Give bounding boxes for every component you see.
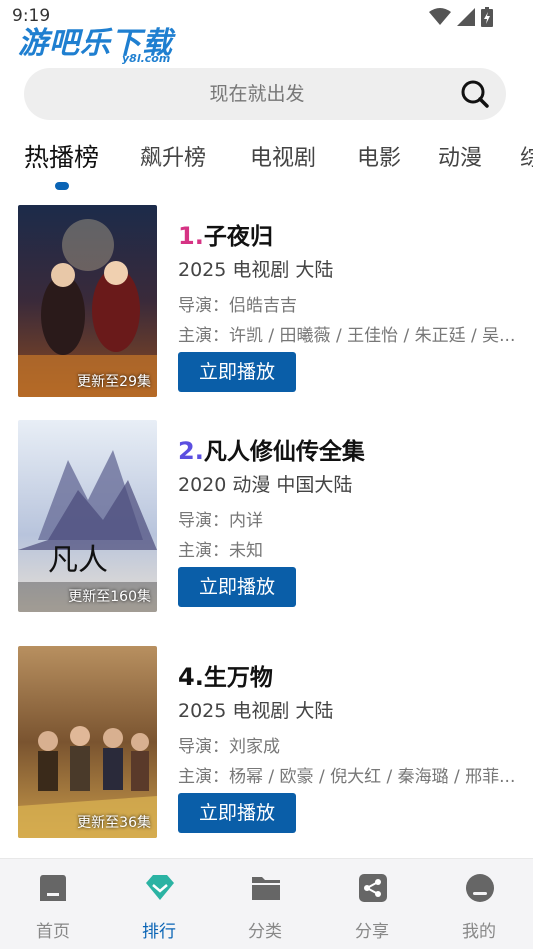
- update-badge: 更新至36集: [77, 815, 151, 831]
- item-meta: 2025 电视剧 大陆: [178, 259, 334, 281]
- tab-hot[interactable]: 热播榜: [24, 138, 99, 174]
- item-title[interactable]: 1.子夜归: [178, 217, 273, 251]
- item-director: 导演：侣皓吉吉: [178, 296, 297, 316]
- list-item[interactable]: 更新至36集 4.生万物 2025 电视剧 大陆 导演：刘家成 主演：杨幂 / …: [0, 646, 533, 840]
- poster-image[interactable]: 更新至29集: [18, 205, 157, 397]
- item-cast: 主演：未知: [178, 541, 263, 561]
- nav-share-label: 分享: [355, 922, 389, 942]
- title-text: 生万物: [203, 665, 273, 691]
- share-icon: [359, 874, 387, 902]
- nav-share[interactable]: 分享: [319, 859, 425, 949]
- list-item[interactable]: 更新至29集 1.子夜归 2025 电视剧 大陆 导演：侣皓吉吉 主演：许凯 /…: [0, 205, 533, 399]
- svg-text:凡人: 凡人: [48, 543, 108, 578]
- profile-icon: [466, 874, 494, 902]
- item-cast: 主演：杨幂 / 欧豪 / 倪大红 / 秦海璐 / 邢菲...: [178, 767, 516, 787]
- tab-movies[interactable]: 电影: [357, 140, 401, 172]
- tab-anime[interactable]: 动漫: [438, 140, 482, 172]
- folder-icon: [252, 877, 280, 900]
- item-cast: 主演：许凯 / 田曦薇 / 王佳怡 / 朱正廷 / 吴...: [178, 326, 516, 346]
- tab-rising[interactable]: 飙升榜: [140, 140, 206, 172]
- signal-icon: [457, 8, 475, 26]
- rank-number: 1.: [178, 222, 204, 250]
- nav-category-label: 分类: [248, 922, 282, 942]
- category-tabs: 热播榜 飙升榜 电视剧 电影 动漫 综: [0, 130, 533, 190]
- item-director: 导演：刘家成: [178, 737, 280, 757]
- nav-profile[interactable]: 我的: [426, 859, 532, 949]
- item-title[interactable]: 4.生万物: [178, 658, 273, 692]
- home-icon: [40, 875, 66, 901]
- play-now-button[interactable]: 立即播放: [178, 567, 296, 607]
- item-title[interactable]: 2.凡人修仙传全集: [178, 432, 365, 466]
- app-logo: 游吧乐下载 y8l.com: [18, 18, 173, 65]
- item-meta: 2020 动漫 中国大陆: [178, 474, 353, 496]
- status-icons: [429, 7, 493, 27]
- tab-variety[interactable]: 综: [520, 140, 533, 172]
- logo-sub-text: y8l.com: [122, 52, 171, 65]
- nav-home-label: 首页: [36, 922, 70, 942]
- update-badge: 更新至29集: [77, 374, 151, 390]
- tab-tv-series[interactable]: 电视剧: [250, 140, 316, 172]
- search-icon[interactable]: [460, 79, 490, 109]
- nav-profile-label: 我的: [462, 922, 496, 942]
- poster-image[interactable]: 凡人 更新至160集: [18, 420, 157, 612]
- title-text: 子夜归: [203, 224, 273, 250]
- nav-home[interactable]: 首页: [0, 859, 106, 949]
- active-tab-indicator: [55, 182, 69, 190]
- item-meta: 2025 电视剧 大陆: [178, 700, 334, 722]
- bottom-nav: 首页 排行 分类 分享 我的: [0, 858, 533, 949]
- ranking-diamond-icon: [146, 875, 174, 900]
- poster-art: [18, 205, 157, 397]
- battery-icon: [481, 7, 493, 27]
- rank-number: 4.: [178, 663, 204, 691]
- poster-art: 凡人: [18, 420, 157, 612]
- update-badge: 更新至160集: [68, 589, 151, 605]
- play-now-button[interactable]: 立即播放: [178, 793, 296, 833]
- play-now-button[interactable]: 立即播放: [178, 352, 296, 392]
- nav-ranking[interactable]: 排行: [106, 859, 212, 949]
- search-bar[interactable]: 现在就出发: [24, 68, 506, 120]
- nav-category[interactable]: 分类: [212, 859, 318, 949]
- rank-number: 2.: [178, 437, 204, 465]
- list-item[interactable]: 凡人 更新至160集 2.凡人修仙传全集 2020 动漫 中国大陆 导演：内详 …: [0, 420, 533, 614]
- search-input[interactable]: 现在就出发: [24, 68, 490, 120]
- poster-image[interactable]: 更新至36集: [18, 646, 157, 838]
- title-text: 凡人修仙传全集: [203, 439, 365, 465]
- poster-art: [18, 646, 157, 838]
- wifi-icon: [429, 8, 451, 25]
- nav-ranking-label: 排行: [142, 922, 176, 942]
- item-director: 导演：内详: [178, 511, 263, 531]
